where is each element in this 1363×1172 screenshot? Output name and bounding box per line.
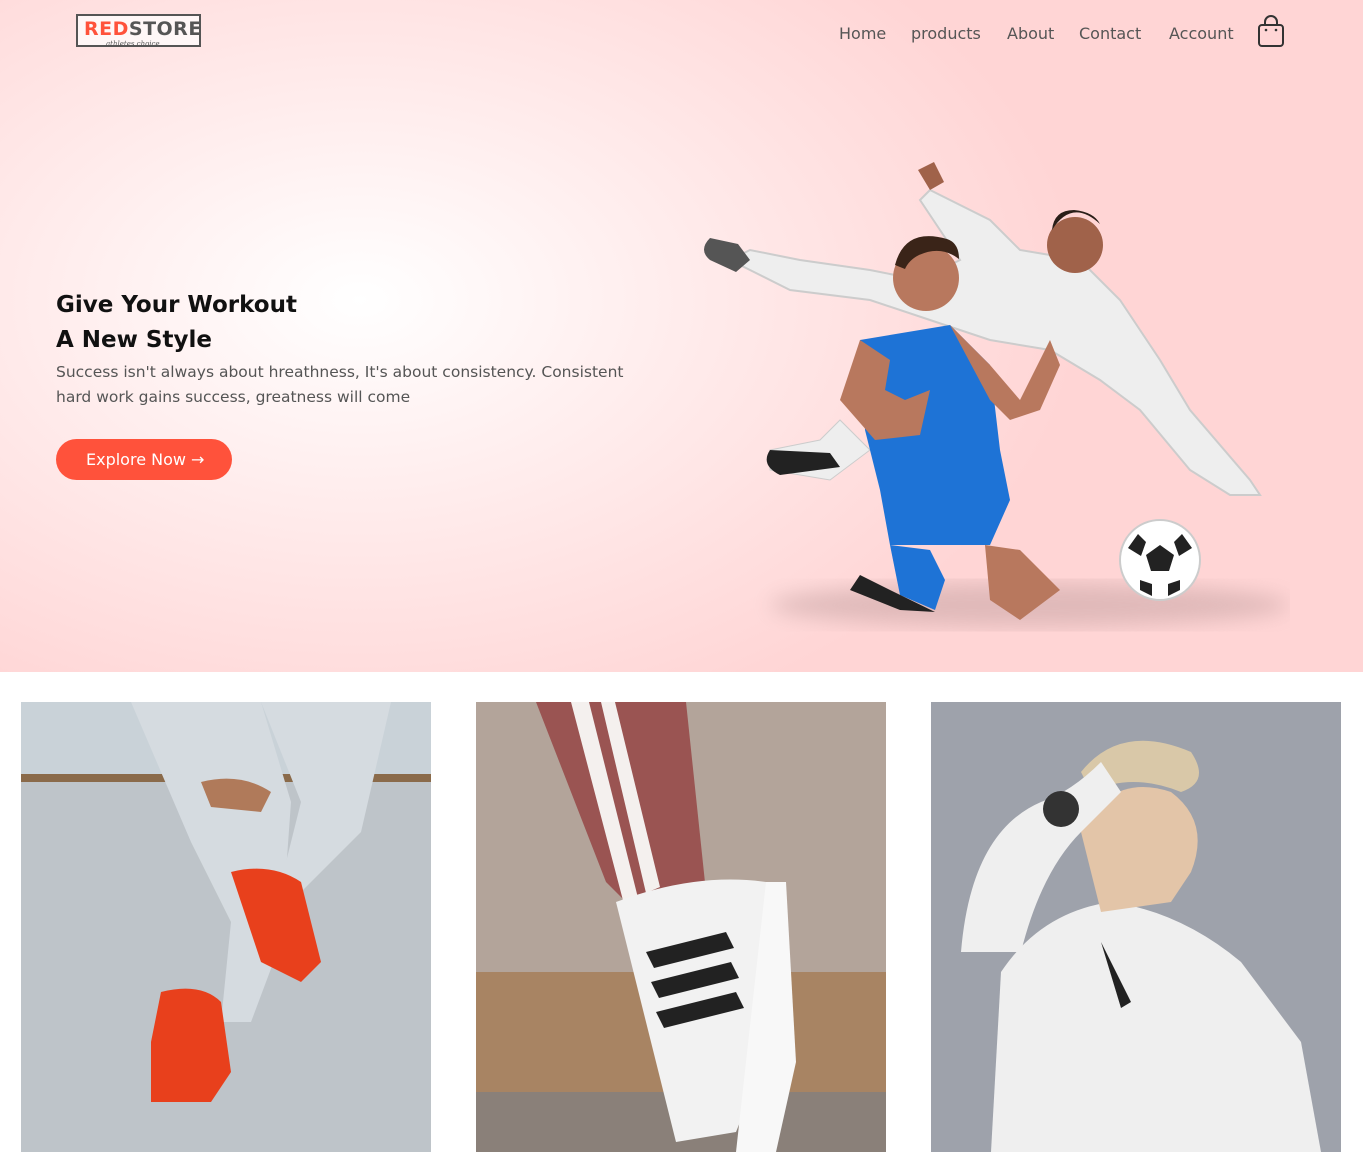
- red-sneakers-image[interactable]: [21, 702, 431, 1152]
- woman-white-hoodie-image[interactable]: [931, 702, 1341, 1152]
- woman-illustration: [931, 702, 1341, 1152]
- nav-about[interactable]: About: [1007, 24, 1054, 43]
- hero-description: Success isn't always about hreathness, I…: [56, 363, 624, 406]
- hero-section: REDSTORE athletes choice Home products A…: [0, 0, 1363, 672]
- nav-products[interactable]: products: [911, 24, 981, 43]
- white-striped-sneaker-image[interactable]: [476, 702, 886, 1152]
- nav-contact[interactable]: Contact: [1079, 24, 1141, 43]
- nav-home[interactable]: Home: [839, 24, 886, 43]
- redstore-logo[interactable]: REDSTORE athletes choice: [76, 14, 202, 48]
- shopping-bag-icon[interactable]: [1257, 15, 1285, 48]
- logo-tagline: athletes choice: [106, 40, 160, 48]
- red-sneakers-illustration: [21, 702, 431, 1152]
- explore-now-button[interactable]: Explore Now →: [56, 439, 232, 480]
- nav-account[interactable]: Account: [1169, 24, 1234, 43]
- logo-wordmark: REDSTORE: [84, 18, 202, 40]
- hero-title-line1: Give Your Workout: [56, 292, 297, 318]
- hero-title-line2: A New Style: [56, 327, 212, 353]
- soccer-players-image: [704, 162, 1290, 627]
- sneaker-illustration: [476, 702, 886, 1152]
